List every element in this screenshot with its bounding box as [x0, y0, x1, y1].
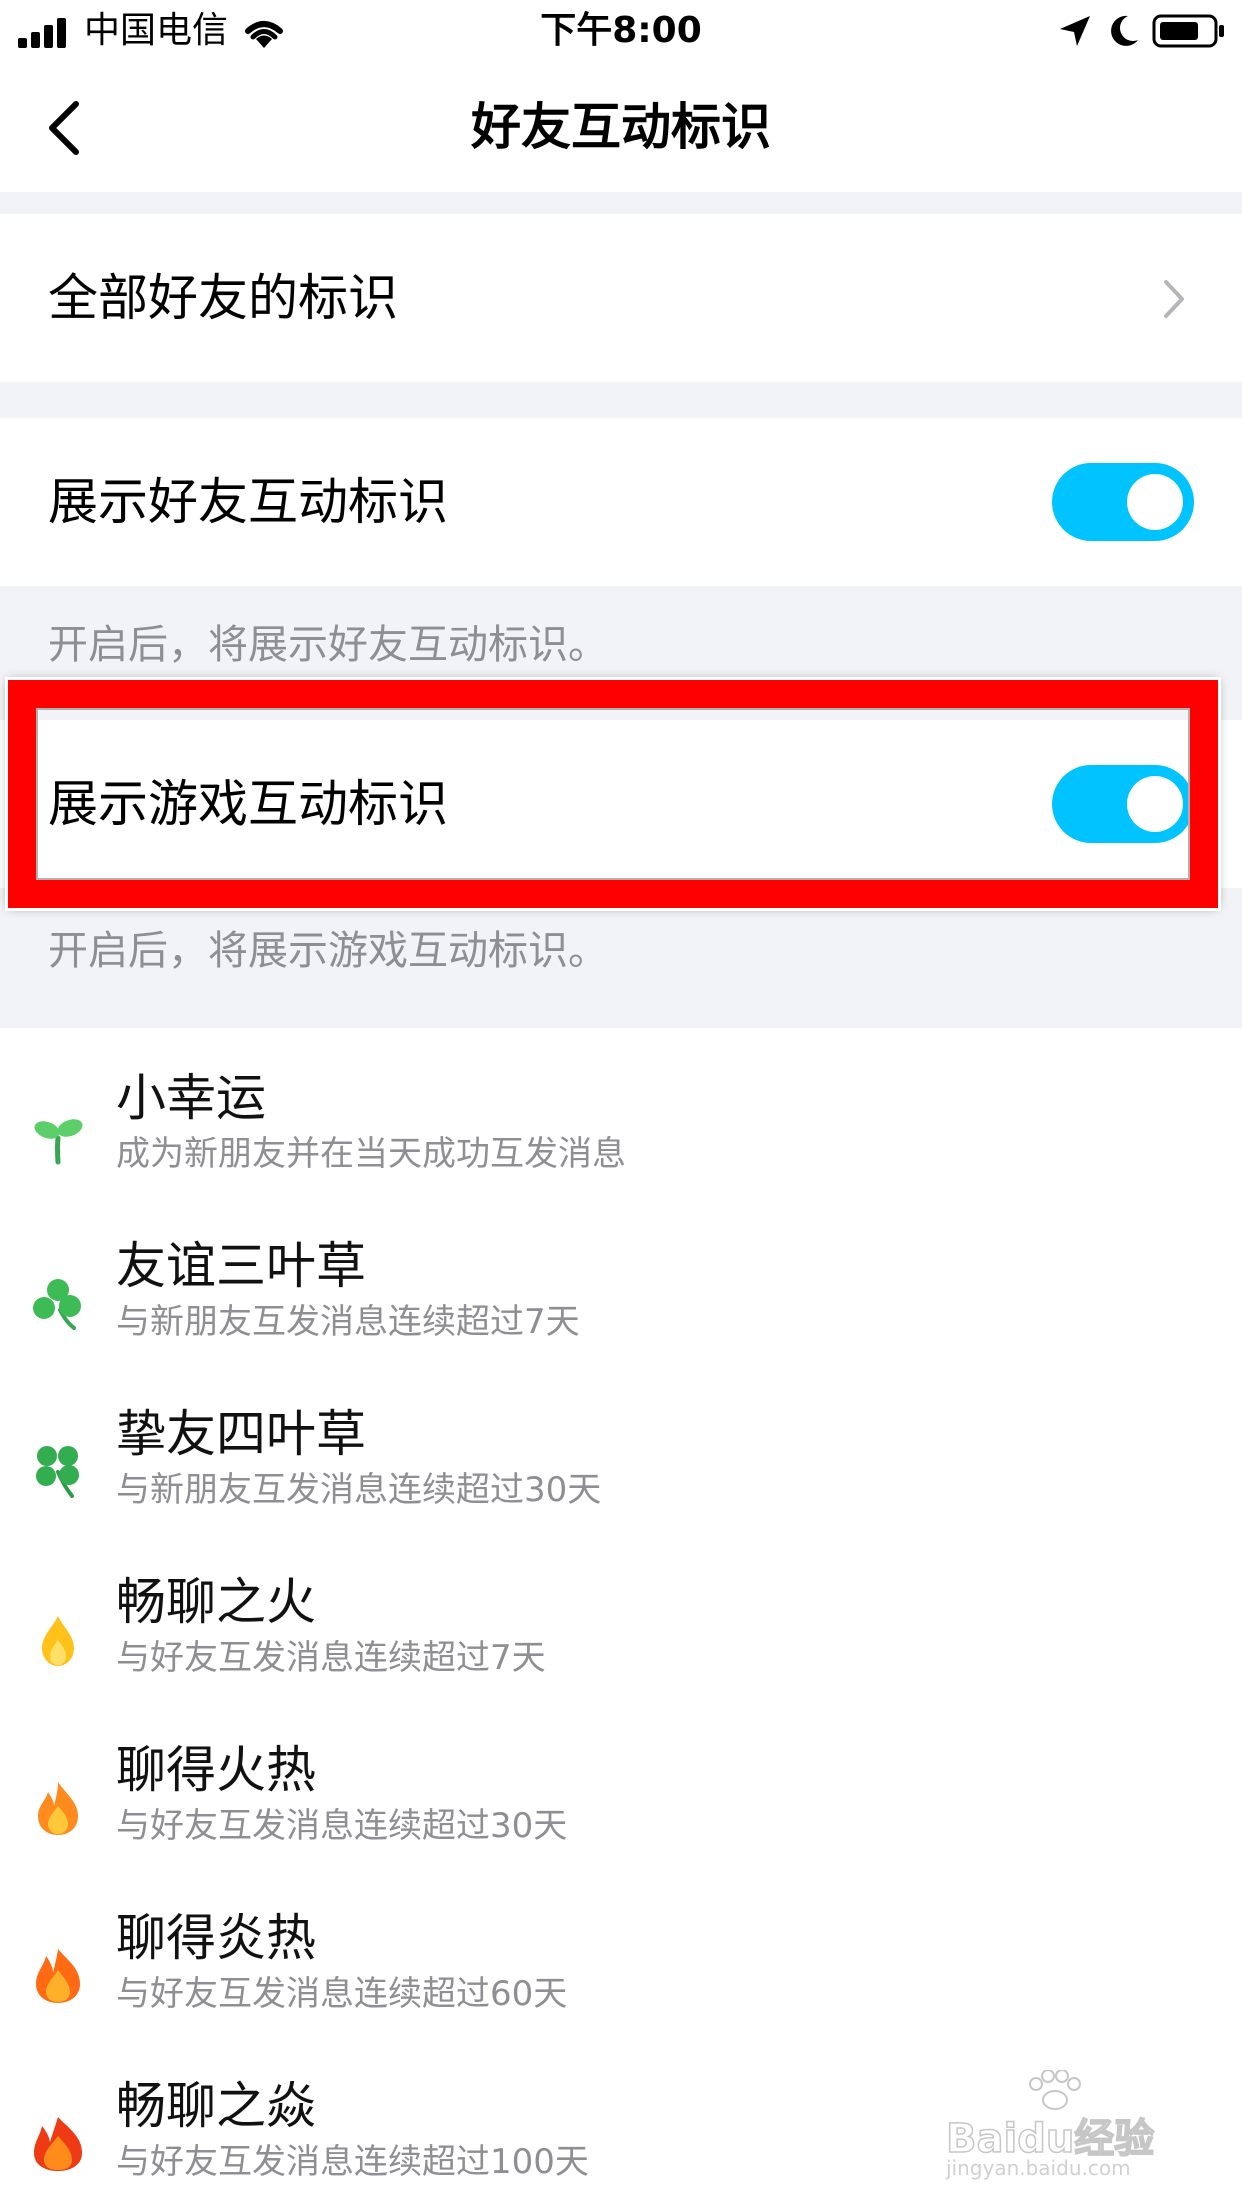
battery-icon: [1152, 14, 1224, 48]
moon-icon: [1111, 15, 1138, 46]
game-badge-hint: 开启后，将展示游戏互动标识。: [48, 928, 608, 974]
show-friend-badge-toggle[interactable]: [1052, 463, 1194, 541]
all-friends-badges-row[interactable]: 全部好友的标识: [0, 214, 1242, 382]
badge-desc: 成为新朋友并在当天成功互发消息: [116, 1134, 626, 1174]
location-arrow-icon: [1060, 16, 1090, 46]
watermark-url: jingyan.baidu.com: [946, 2156, 1131, 2180]
blaze-icon: [34, 2117, 82, 2171]
badge-title: 聊得火热: [116, 1741, 316, 1799]
list-item: 聊得火热 与好友互发消息连续超过30天: [0, 1700, 1242, 1868]
show-friend-badge-label: 展示好友互动标识: [48, 473, 448, 531]
status-time: 下午8:00: [540, 10, 702, 51]
four-leaf-clover-icon: [36, 1446, 79, 1498]
badge-title: 挚友四叶草: [116, 1405, 366, 1463]
list-item: 聊得炎热 与好友互发消息连续超过60天: [0, 1868, 1242, 2036]
badge-list: 小幸运 成为新朋友并在当天成功互发消息 友谊三叶草 与新朋友互发消息连续超过7天…: [0, 1028, 1242, 2208]
page-title: 好友互动标识: [471, 98, 771, 156]
list-item: 挚友四叶草 与新朋友互发消息连续超过30天: [0, 1364, 1242, 1532]
badge-desc: 与好友互发消息连续超过30天: [116, 1806, 568, 1846]
badge-title: 小幸运: [116, 1069, 266, 1127]
badge-desc: 与新朋友互发消息连续超过30天: [116, 1470, 602, 1510]
list-item: 友谊三叶草 与新朋友互发消息连续超过7天: [0, 1196, 1242, 1364]
big-flame-icon: [36, 1949, 80, 2003]
sprout-icon: [34, 1119, 83, 1165]
badge-desc: 与新朋友互发消息连续超过7天: [116, 1302, 580, 1342]
friend-badge-hint: 开启后，将展示好友互动标识。: [48, 622, 608, 668]
paw-icon: [1029, 2070, 1081, 2110]
nav-bar: 好友互动标识: [0, 62, 1242, 192]
all-friends-label: 全部好友的标识: [48, 269, 398, 327]
flame-icon: [38, 1782, 78, 1835]
badge-title: 聊得炎热: [116, 1909, 316, 1967]
badge-title: 畅聊之焱: [116, 2077, 316, 2135]
chevron-right-icon: [1164, 280, 1184, 318]
badge-desc: 与好友互发消息连续超过100天: [116, 2142, 589, 2182]
badge-desc: 与好友互发消息连续超过7天: [116, 1638, 546, 1678]
highlight-frame: [8, 680, 1218, 908]
baidu-watermark: Baidu经验 jingyan.baidu.com: [945, 2070, 1186, 2180]
toggle-knob: [1127, 474, 1183, 530]
small-flame-icon: [42, 1616, 74, 1666]
list-item: 小幸运 成为新朋友并在当天成功互发消息: [0, 1028, 1242, 1196]
list-item: 畅聊之火 与好友互发消息连续超过7天: [0, 1532, 1242, 1700]
badge-title: 畅聊之火: [116, 1573, 316, 1631]
badge-desc: 与好友互发消息连续超过60天: [116, 1974, 568, 2014]
status-bar: 中国电信 下午8:00: [0, 0, 1242, 62]
badge-title: 友谊三叶草: [116, 1237, 366, 1295]
three-leaf-clover-icon: [33, 1279, 81, 1330]
show-friend-badge-row: 展示好友互动标识: [0, 418, 1242, 586]
highlight-inner-border: [36, 708, 1190, 880]
